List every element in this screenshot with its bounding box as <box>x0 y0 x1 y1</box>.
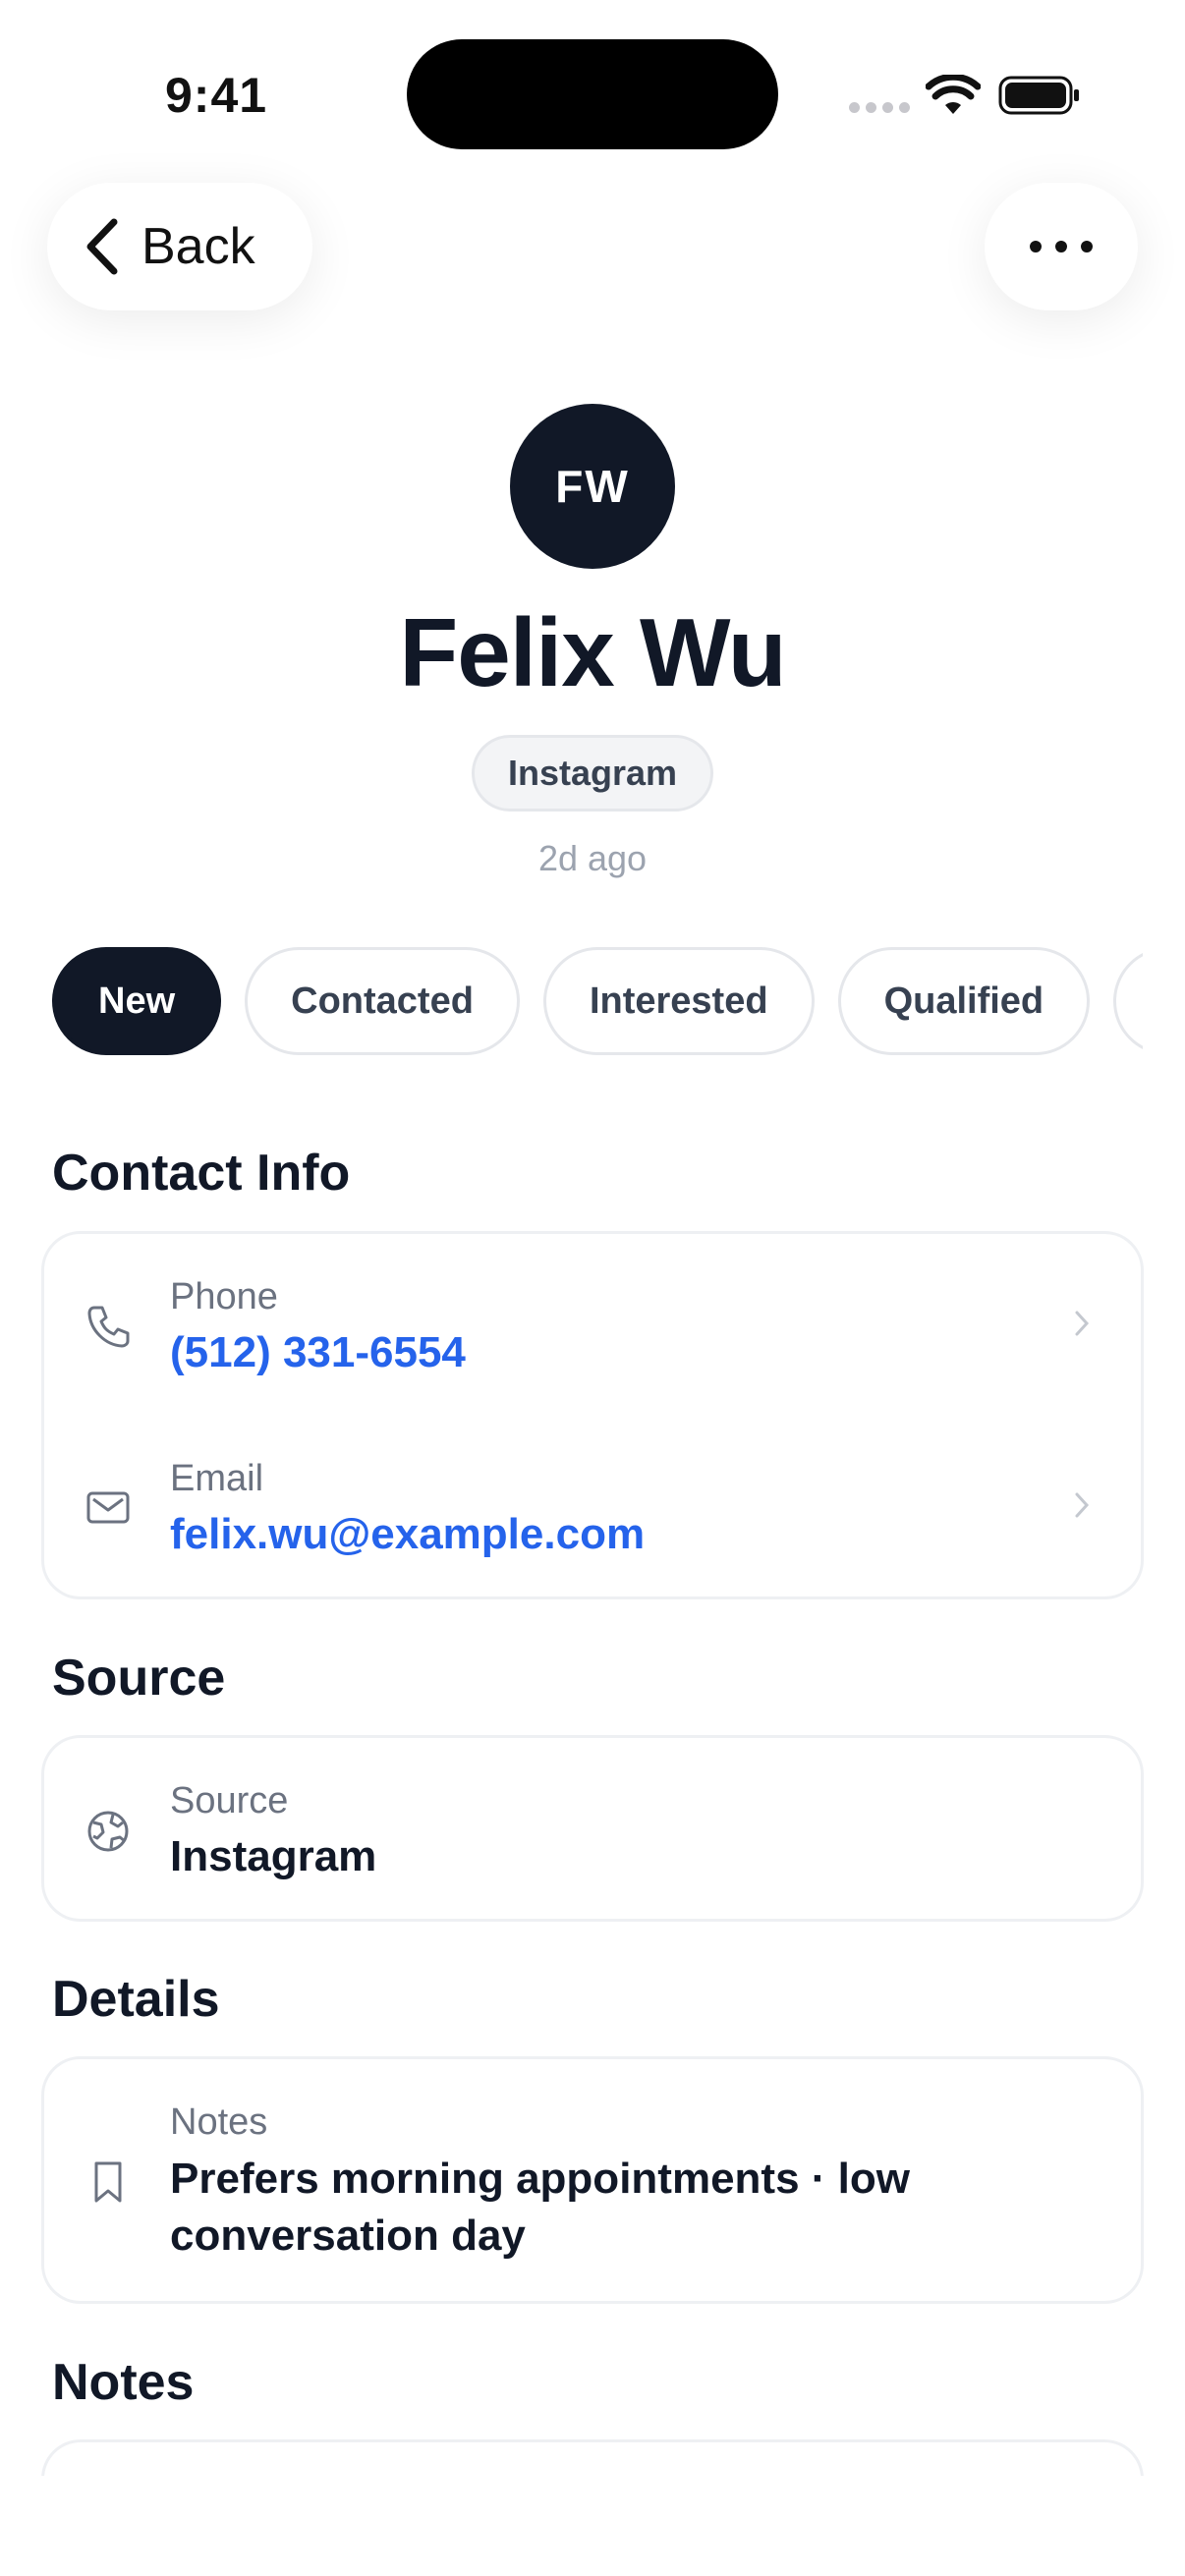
status-pill-new[interactable]: New <box>52 947 222 1055</box>
section-title-details: Details <box>52 1971 220 2028</box>
section-title-contact-info: Contact Info <box>52 1145 351 1202</box>
source-card: Source Instagram <box>41 1735 1144 1922</box>
status-pill-interested[interactable]: Interested <box>542 947 815 1055</box>
avatar: FW <box>510 404 675 569</box>
lead-name: Felix Wu <box>399 598 786 706</box>
details-card: Notes Prefers morning appointments · low… <box>41 2056 1144 2304</box>
time-ago: 2d ago <box>537 838 648 878</box>
chevron-left-icon <box>86 218 118 275</box>
section-title-notes: Notes <box>52 2354 195 2411</box>
back-button[interactable]: Back <box>47 183 312 310</box>
phone-icon <box>87 1306 130 1348</box>
notes-value: Prefers morning appointments · low conve… <box>170 2155 910 2260</box>
phone-label: Phone <box>170 1276 278 1317</box>
bottom-fade <box>0 2476 1185 2576</box>
status-pill-contacted[interactable]: Contacted <box>245 947 520 1055</box>
wifi-icon <box>926 75 981 114</box>
globe-icon <box>87 1811 129 1852</box>
source-value: Instagram <box>170 1832 377 1880</box>
phone-row[interactable]: Phone (512) 331-6554 <box>44 1234 1141 1416</box>
mail-icon <box>86 1491 130 1524</box>
phone-value[interactable]: (512) 331-6554 <box>170 1328 466 1377</box>
status-pills: New Contacted Interested Qualified <box>52 947 1143 1055</box>
status-pill-more[interactable] <box>1113 947 1143 1055</box>
status-pill-qualified[interactable]: Qualified <box>837 947 1091 1055</box>
contact-info-card: Phone (512) 331-6554 Email felix.wu@exam… <box>41 1231 1144 1599</box>
email-row[interactable]: Email felix.wu@example.com <box>44 1416 1141 1597</box>
more-dots-icon <box>1030 241 1042 252</box>
more-options-button[interactable] <box>985 183 1138 310</box>
notes-label: Notes <box>170 2101 268 2143</box>
chevron-right-icon <box>1075 1492 1090 1518</box>
battery-icon <box>998 76 1079 115</box>
bookmark-icon <box>94 2161 122 2203</box>
source-label: Source <box>170 1780 289 1821</box>
source-badge: Instagram <box>472 735 713 812</box>
email-label: Email <box>170 1458 264 1499</box>
notes-detail-row: Notes Prefers morning appointments · low… <box>44 2059 1141 2307</box>
source-row: Source Instagram <box>44 1738 1141 1925</box>
dynamic-island <box>407 39 778 149</box>
back-label: Back <box>141 218 255 275</box>
cellular-signal-icon <box>849 102 910 113</box>
email-value[interactable]: felix.wu@example.com <box>170 1510 645 1559</box>
section-title-source: Source <box>52 1650 226 1707</box>
status-time: 9:41 <box>165 68 268 123</box>
chevron-right-icon <box>1075 1311 1090 1336</box>
